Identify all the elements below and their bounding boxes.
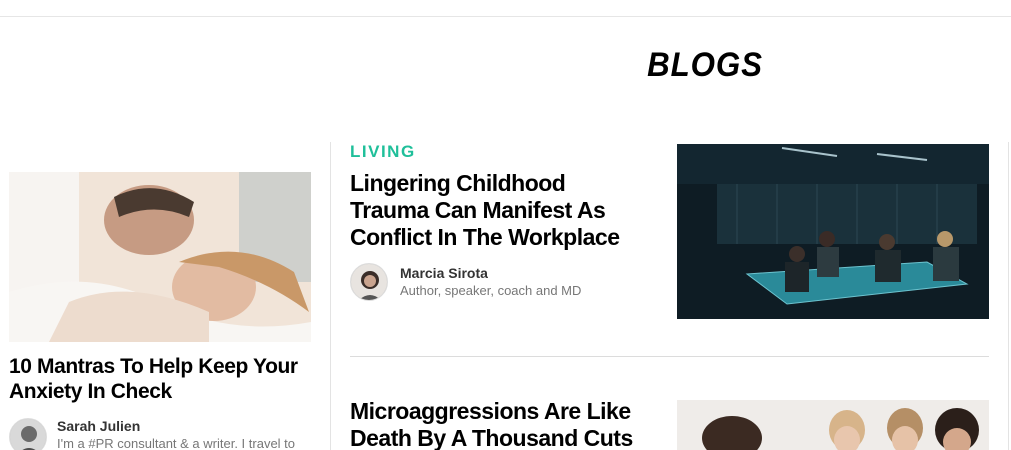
author-name[interactable]: Sarah Julien [57, 418, 295, 435]
top-divider [0, 16, 1011, 17]
left-article-byline: Sarah Julien I'm a #PR consultant & a wr… [9, 418, 311, 450]
author-portrait-icon [351, 264, 387, 300]
article-card[interactable]: LIVING Lingering Childhood Trauma Can Ma… [350, 143, 650, 301]
group-of-women-illustration [677, 400, 989, 450]
article-byline: Marcia Sirota Author, speaker, coach and… [350, 263, 650, 301]
article-thumbnail[interactable] [677, 400, 989, 450]
office-meeting-illustration [677, 144, 989, 319]
author-portrait-icon [10, 419, 46, 450]
left-article-image[interactable] [9, 172, 311, 342]
column-divider [330, 142, 331, 450]
article-thumbnail[interactable] [677, 144, 989, 319]
category-label[interactable]: LIVING [350, 143, 650, 161]
left-article-headline[interactable]: 10 Mantras To Help Keep Your Anxiety In … [9, 354, 311, 404]
couple-in-bed-illustration [9, 172, 311, 342]
left-article-card[interactable]: 10 Mantras To Help Keep Your Anxiety In … [9, 172, 311, 450]
right-column-divider [1008, 142, 1009, 450]
author-avatar[interactable] [9, 418, 47, 450]
article-card[interactable]: Microaggressions Are Like Death By A Tho… [350, 398, 650, 450]
author-name[interactable]: Marcia Sirota [400, 265, 581, 282]
byline-text: Sarah Julien I'm a #PR consultant & a wr… [57, 418, 295, 450]
author-avatar[interactable] [350, 263, 388, 301]
article-divider [350, 356, 989, 357]
article-headline[interactable]: Microaggressions Are Like Death By A Tho… [350, 398, 650, 450]
article-headline[interactable]: Lingering Childhood Trauma Can Manifest … [350, 170, 650, 251]
blogs-page: BLOGS 10 Mantras To Help Keep Your Anxie… [0, 0, 1011, 450]
section-title: BLOGS [647, 46, 763, 84]
byline-text: Marcia Sirota Author, speaker, coach and… [400, 263, 581, 300]
author-bio: Author, speaker, coach and MD [400, 283, 582, 298]
author-bio: I'm a #PR consultant & a writer. I trave… [57, 436, 296, 450]
